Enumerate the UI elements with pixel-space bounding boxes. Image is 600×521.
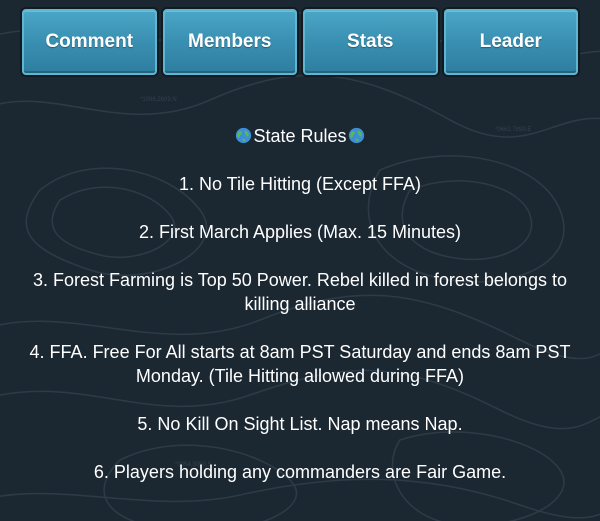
- globe-icon: [236, 127, 252, 144]
- tab-bar: Comment Members Stats Leader: [22, 9, 578, 75]
- rule-item: 5. No Kill On Sight List. Nap means Nap.: [137, 414, 463, 434]
- tab-comment[interactable]: Comment: [22, 9, 157, 75]
- rule-item: 3. Forest Farming is Top 50 Power. Rebel…: [33, 270, 567, 314]
- rule-item: 2. First March Applies (Max. 15 Minutes): [138, 222, 462, 242]
- globe-icon: [348, 127, 364, 144]
- rule-item: 1. No Tile Hitting (Except FFA): [178, 174, 422, 194]
- rules-title-row: State Rules: [20, 124, 580, 148]
- rule-item: 4. FFA. Free For All starts at 8am PST S…: [29, 342, 571, 386]
- tab-stats[interactable]: Stats: [303, 9, 438, 75]
- map-coordinate-label: *1096,2609,N: [140, 97, 177, 103]
- tab-members[interactable]: Members: [162, 9, 297, 75]
- rule-item: 6. Players holding any commanders are Fa…: [93, 462, 507, 482]
- state-rules-panel: State Rules 1. No Tile Hitting (Except F…: [20, 124, 580, 484]
- rules-title: State Rules: [253, 126, 347, 146]
- tab-leader[interactable]: Leader: [443, 9, 578, 75]
